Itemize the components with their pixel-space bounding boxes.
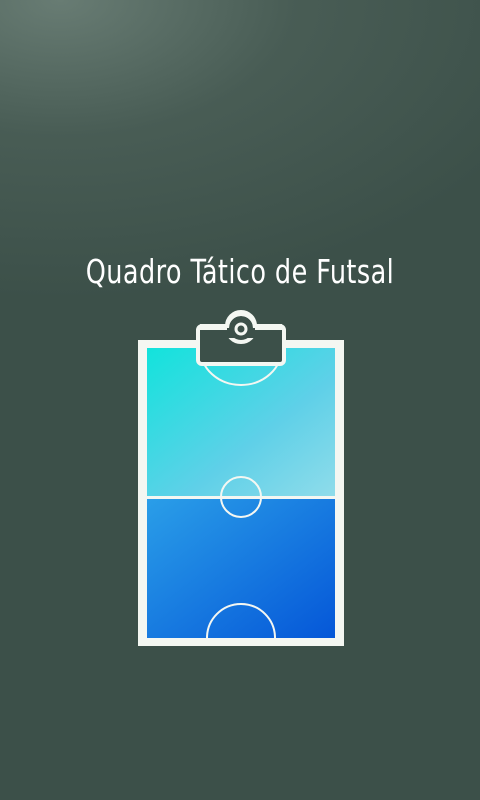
- court-bottom-half: [147, 499, 335, 638]
- court-top-half: [147, 348, 335, 496]
- app-title: Quadro Tático de Futsal: [85, 252, 395, 291]
- clipboard-futsal-court-icon: [138, 310, 344, 646]
- clipboard-clip: [196, 310, 286, 366]
